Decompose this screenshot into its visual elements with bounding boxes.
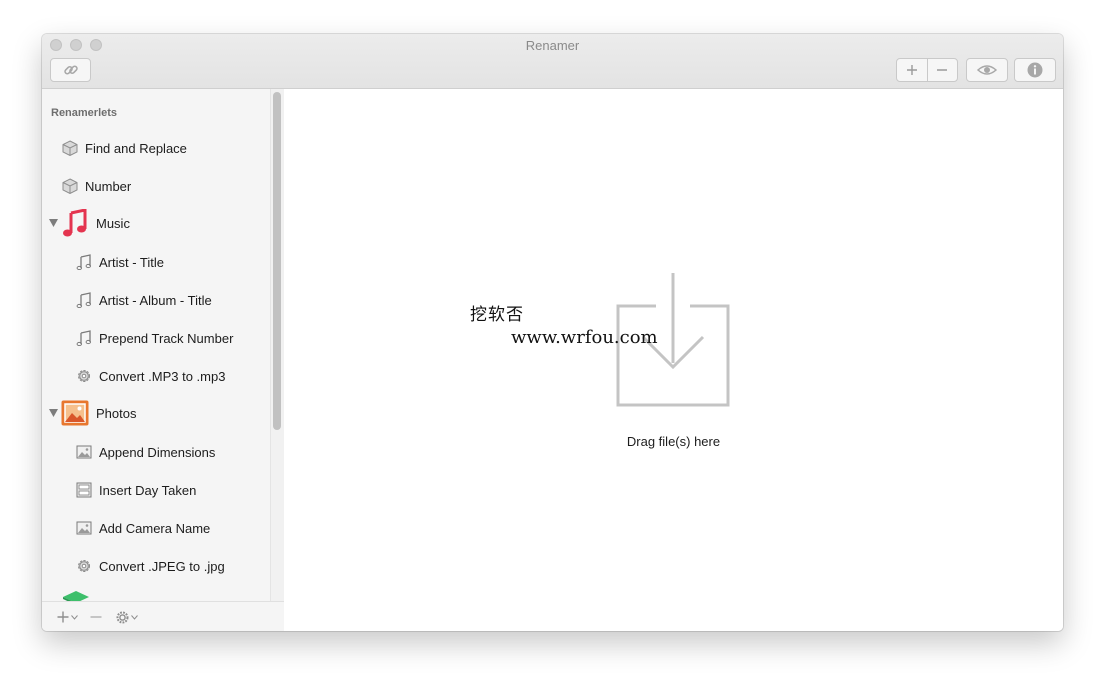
- plus-icon: [57, 611, 69, 623]
- plus-icon: [906, 65, 917, 75]
- settings-menu-button[interactable]: [116, 609, 138, 625]
- file-drop-area[interactable]: Drag file(s) here: [284, 89, 1063, 631]
- renamerlet-label: Artist - Title: [99, 254, 165, 270]
- music-app-icon: [61, 209, 89, 237]
- renamerlet-label: Find and Replace: [85, 140, 187, 156]
- box-icon: [62, 178, 78, 194]
- renamerlet-label: Artist - Album - Title: [99, 292, 212, 308]
- renamerlet-artist-album-title[interactable]: Artist - Album - Title: [76, 289, 212, 311]
- group-music[interactable]: Music: [47, 209, 130, 237]
- sidebar: Renamerlets Find and Replace Number Musi…: [42, 89, 284, 631]
- remove-renamerlet-button[interactable]: [90, 609, 102, 625]
- image-icon: [76, 520, 92, 536]
- watermark-title: 挖软否: [470, 305, 524, 325]
- renamerlet-add-camera-name[interactable]: Add Camera Name: [76, 517, 210, 539]
- renamerlet-label: Number: [85, 178, 132, 194]
- link-icon: [63, 65, 78, 75]
- titlebar: Renamer: [42, 34, 1063, 89]
- renamerlet-insert-day-taken[interactable]: Insert Day Taken: [76, 479, 196, 501]
- renamerlet-convert-mp3[interactable]: Convert .MP3 to .mp3: [76, 365, 225, 387]
- info-icon: [1027, 62, 1043, 78]
- renamerlet-label: Insert Day Taken: [99, 482, 197, 498]
- renamerlet-append-dimensions[interactable]: Append Dimensions: [76, 441, 215, 463]
- watermark-url: www.wrfou.com: [511, 327, 658, 348]
- gear-icon: [76, 558, 92, 574]
- minus-icon: [937, 69, 948, 71]
- disclosure-triangle-icon[interactable]: [47, 219, 59, 227]
- info-button[interactable]: [1014, 58, 1056, 82]
- photos-app-icon: [61, 399, 89, 427]
- image-icon: [76, 444, 92, 460]
- sidebar-header: Renamerlets: [51, 107, 118, 119]
- gear-icon: [76, 368, 92, 384]
- renamerlet-label: Append Dimensions: [99, 444, 216, 460]
- renamerlet-convert-jpeg[interactable]: Convert .JPEG to .jpg: [76, 555, 225, 577]
- window-title: Renamer: [525, 38, 580, 53]
- group-photos[interactable]: Photos: [47, 399, 136, 427]
- box-icon: [62, 140, 78, 156]
- group-label: Photos: [96, 405, 137, 421]
- preview-button[interactable]: [966, 58, 1008, 82]
- remove-button[interactable]: [926, 59, 958, 81]
- renamerlet-find-and-replace[interactable]: Find and Replace: [62, 137, 187, 159]
- link-button[interactable]: [50, 58, 91, 82]
- renamerlet-label: Convert .JPEG to .jpg: [99, 558, 225, 574]
- disclosure-triangle-icon[interactable]: [47, 409, 59, 417]
- minus-icon: [90, 616, 102, 618]
- renamerlet-label: Prepend Track Number: [99, 330, 234, 346]
- cube-group-icon: [62, 591, 90, 601]
- drop-hint: Drag file(s) here: [626, 434, 721, 449]
- sidebar-scrollbar[interactable]: [270, 89, 284, 601]
- sidebar-footer: [42, 601, 284, 631]
- chevron-down-icon: [131, 614, 138, 620]
- scrollbar-thumb[interactable]: [273, 92, 281, 430]
- renamerlet-list[interactable]: Renamerlets Find and Replace Number Musi…: [42, 89, 284, 601]
- add-button[interactable]: [897, 59, 927, 81]
- group-label: Music: [96, 215, 130, 231]
- renamerlet-label: Add Camera Name: [99, 520, 211, 536]
- renamerlet-number[interactable]: Number: [62, 175, 131, 197]
- gear-icon: [116, 611, 129, 623]
- eye-icon: [977, 65, 997, 75]
- renamerlet-label: Convert .MP3 to .mp3: [99, 368, 226, 384]
- music-note-icon: [76, 254, 92, 270]
- add-remove-segment: [896, 58, 958, 82]
- chevron-down-icon: [71, 614, 78, 620]
- add-renamerlet-button[interactable]: [57, 609, 78, 625]
- renamerlet-artist-title[interactable]: Artist - Title: [76, 251, 164, 273]
- renamerlet-prepend-track-number[interactable]: Prepend Track Number: [76, 327, 233, 349]
- film-icon: [76, 482, 92, 498]
- music-note-icon: [76, 330, 92, 346]
- music-note-icon: [76, 292, 92, 308]
